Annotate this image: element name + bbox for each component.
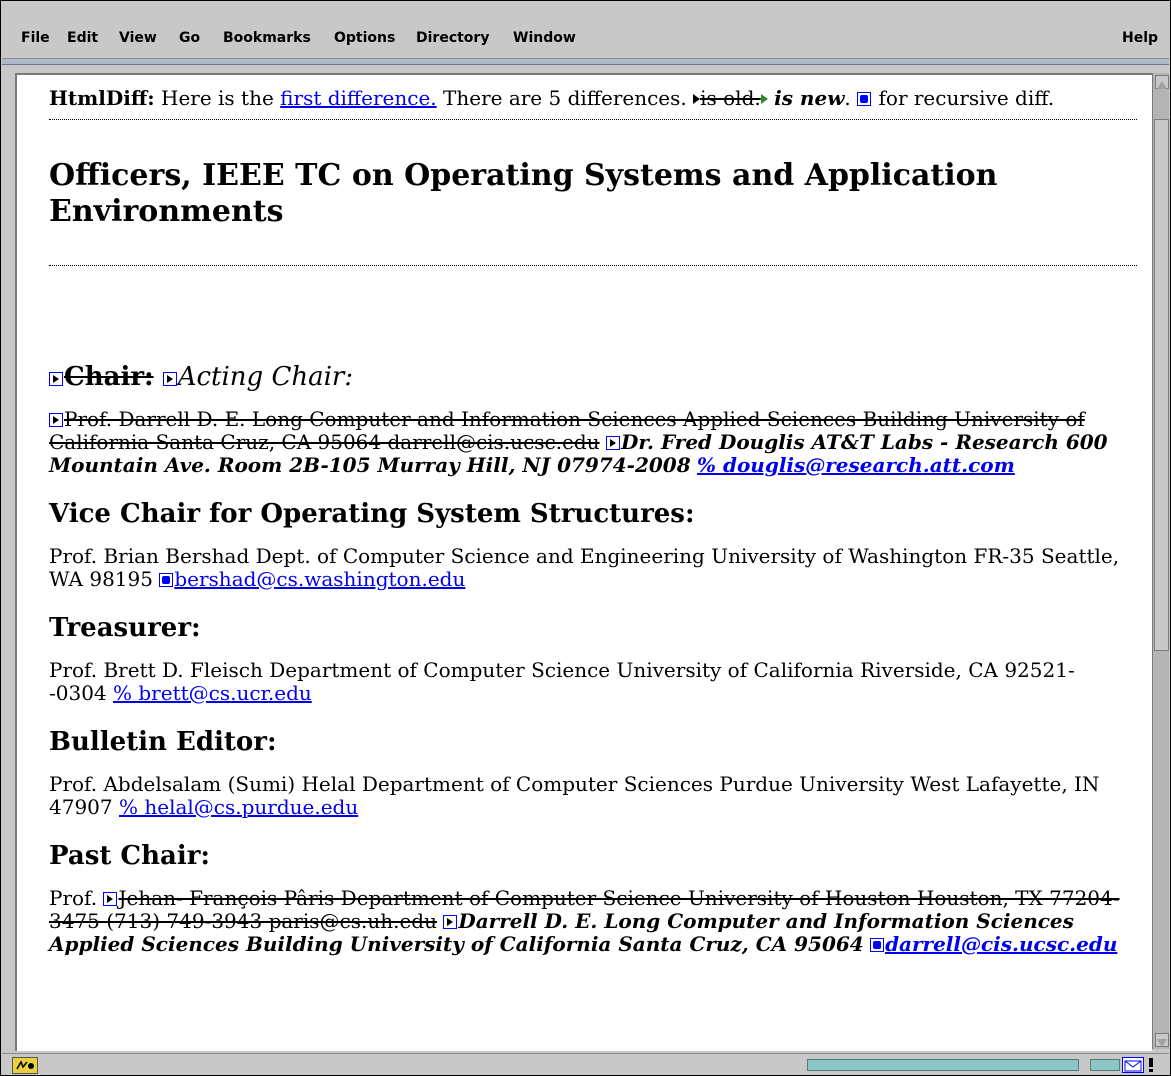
vertical-scrollbar[interactable] xyxy=(1152,73,1169,1049)
menu-bookmarks[interactable]: Bookmarks xyxy=(223,30,311,46)
past-chair-heading: Past Chair: xyxy=(49,841,211,871)
menu-window[interactable]: Window xyxy=(513,30,576,46)
menu-edit[interactable]: Edit xyxy=(67,30,98,46)
banner-text-1: Here is the xyxy=(161,86,274,110)
treasurer-heading: Treasurer: xyxy=(49,613,201,643)
past-chair-email-link[interactable]: darrell@cis.ucsc.edu xyxy=(885,932,1117,956)
bulletin-editor-email-link[interactable]: % helal@cs.purdue.edu xyxy=(119,795,358,819)
menu-bar: File Edit View Go Bookmarks Options Dire… xyxy=(2,2,1169,60)
vice-chair-heading: Vice Chair for Operating System Structur… xyxy=(49,499,695,529)
scroll-down-arrow-icon[interactable] xyxy=(1155,1033,1169,1047)
recursive-diff-icon xyxy=(857,92,872,106)
bulletin-editor-details: Prof. Abdelsalam (Sumi) Helal Department… xyxy=(49,773,1129,819)
menu-help[interactable]: Help xyxy=(1122,30,1158,46)
changed-marker-icon[interactable] xyxy=(159,573,174,587)
menu-options[interactable]: Options xyxy=(334,30,395,46)
mail-icon[interactable] xyxy=(1122,1057,1144,1073)
chair-email-link[interactable]: % douglis@research.att.com xyxy=(697,453,1015,477)
status-bar xyxy=(2,1053,1169,1075)
menu-view[interactable]: View xyxy=(119,30,157,46)
chair-details: Prof. Darrell D. E. Long Computer and In… xyxy=(49,408,1129,477)
scrollbar-thumb[interactable] xyxy=(1154,119,1169,651)
toolbar-divider xyxy=(2,59,1169,65)
menu-directory[interactable]: Directory xyxy=(416,30,489,46)
banner-text-3: for recursive diff. xyxy=(878,86,1055,110)
alert-icon[interactable] xyxy=(1146,1057,1156,1072)
treasurer-details: Prof. Brett D. Fleisch Department of Com… xyxy=(49,659,1129,705)
vice-chair-details: Prof. Brian Bershad Dept. of Computer Sc… xyxy=(49,545,1129,591)
old-label: is old. xyxy=(700,86,761,110)
page-content: HtmlDiff: Here is the first difference. … xyxy=(49,86,1137,956)
htmldiff-label: HtmlDiff: xyxy=(49,86,155,110)
diff-marker-icon[interactable] xyxy=(49,413,63,427)
content-viewport: HtmlDiff: Here is the first difference. … xyxy=(15,73,1152,1051)
changed-marker-icon[interactable] xyxy=(870,938,885,952)
diff-marker-icon[interactable] xyxy=(605,436,620,450)
browser-window: File Edit View Go Bookmarks Options Dire… xyxy=(0,0,1171,1076)
treasurer-email-link[interactable]: % brett@cs.ucr.edu xyxy=(113,681,312,705)
scroll-up-arrow-icon[interactable] xyxy=(1155,75,1169,89)
page-title: Officers, IEEE TC on Operating Systems a… xyxy=(49,158,998,229)
banner-text-2: There are 5 differences. xyxy=(443,86,687,110)
vice-chair-email-link[interactable]: bershad@cs.washington.edu xyxy=(174,567,465,591)
divider xyxy=(49,119,1137,120)
past-chair-details: Prof. Jehan- François Pâris Department o… xyxy=(49,887,1129,956)
diff-marker-icon[interactable] xyxy=(103,892,118,906)
menu-file[interactable]: File xyxy=(21,30,50,46)
diff-marker-icon[interactable] xyxy=(162,372,177,386)
new-marker-icon xyxy=(760,94,768,104)
diff-marker-icon[interactable] xyxy=(443,915,458,929)
bulletin-editor-heading: Bulletin Editor: xyxy=(49,727,277,757)
security-lock-icon[interactable] xyxy=(12,1057,38,1074)
past-chair-prefix: Prof. xyxy=(49,886,98,910)
progress-bar xyxy=(807,1059,1079,1071)
chair-new-heading: Acting Chair: xyxy=(177,362,354,392)
first-difference-link[interactable]: first difference. xyxy=(280,86,436,110)
new-label: is new xyxy=(774,86,845,110)
chair-heading: Chair: Acting Chair: xyxy=(49,362,1129,392)
diff-marker-icon[interactable] xyxy=(49,372,63,386)
menu-go[interactable]: Go xyxy=(179,30,200,46)
status-indicator xyxy=(1090,1059,1120,1071)
htmldiff-banner: HtmlDiff: Here is the first difference. … xyxy=(49,86,1055,110)
chair-old-heading: Chair: xyxy=(64,362,154,392)
